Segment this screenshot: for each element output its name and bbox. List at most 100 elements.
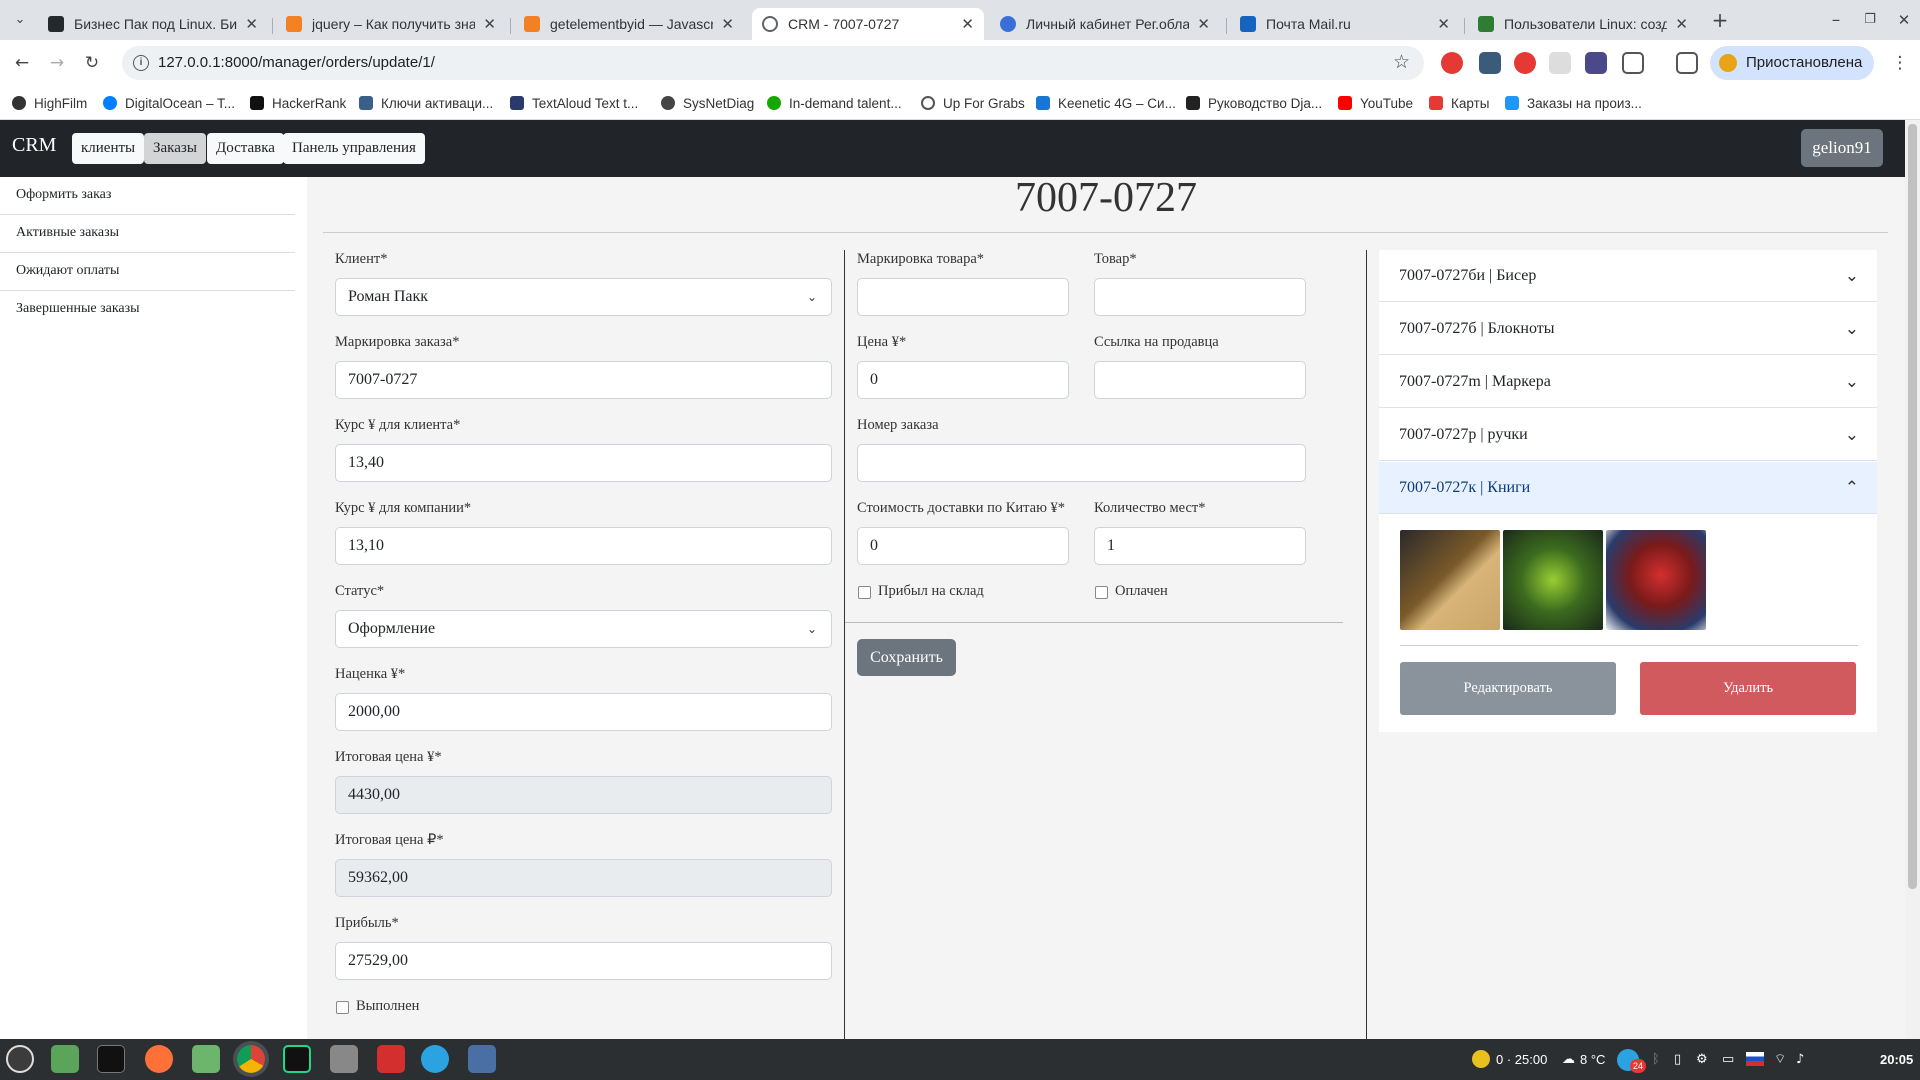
temperature[interactable]: 8 °C (1580, 1039, 1605, 1080)
scrollbar-thumb[interactable] (1908, 124, 1917, 889)
settings-icon[interactable]: ⚙ (1696, 1039, 1708, 1080)
volume-icon[interactable]: ♪ (1796, 1039, 1804, 1080)
sidebar-item-active-orders[interactable]: Активные заказы (0, 215, 295, 253)
sidebar-item-new-order[interactable]: Оформить заказ (0, 177, 295, 215)
telegram-icon[interactable] (421, 1045, 449, 1073)
close-window-icon[interactable]: ✕ (1892, 8, 1916, 32)
seller-link-input[interactable] (1094, 361, 1306, 399)
places-input[interactable]: 1 (1094, 527, 1306, 565)
sidebar-item-awaiting-payment[interactable]: Ожидают оплаты (0, 253, 295, 291)
price-input[interactable]: 0 (857, 361, 1069, 399)
paid-checkbox[interactable] (1095, 586, 1108, 599)
bookmark-item[interactable]: HackerRank (250, 93, 346, 113)
nav-delivery-button[interactable]: Доставка (207, 133, 284, 164)
close-icon[interactable]: ✕ (245, 15, 258, 33)
tab-2[interactable]: jquery – Как получить знач ✕ (276, 8, 506, 40)
client-select[interactable]: Роман Пакк ⌄ (335, 278, 832, 316)
bookmark-item[interactable]: Up For Grabs (921, 93, 1025, 113)
tab-active[interactable]: CRM - 7007-0727 ✕ (752, 8, 984, 40)
profile-button[interactable]: Приостановлена (1710, 46, 1874, 80)
forward-icon[interactable]: → (45, 51, 69, 75)
brand-logo[interactable]: CRM (12, 134, 56, 157)
pycharm-icon[interactable] (283, 1045, 311, 1073)
rate-client-input[interactable]: 13,40 (335, 444, 832, 482)
adblock-icon[interactable] (1441, 52, 1463, 74)
markup-input[interactable]: 2000,00 (335, 693, 832, 731)
accordion-item-expanded[interactable]: 7007-0727к | Книги ⌃ (1379, 462, 1877, 514)
bookmark-item[interactable]: Заказы на произ... (1505, 93, 1642, 113)
tab-1[interactable]: Бизнес Пак под Linux. Бизнес ✕ (38, 8, 268, 40)
page-scrollbar[interactable] (1905, 120, 1920, 1039)
delete-button[interactable]: Удалить (1640, 662, 1856, 715)
files-icon[interactable] (51, 1045, 79, 1073)
clock[interactable]: 20:05 (1880, 1039, 1913, 1080)
order-number-input[interactable] (857, 444, 1306, 482)
bookmark-item[interactable]: Ключи активаци... (359, 93, 493, 113)
minimize-icon[interactable]: – (1824, 8, 1848, 32)
firefox-icon[interactable] (145, 1045, 173, 1073)
bookmark-item[interactable]: TextAloud Text t... (510, 93, 638, 113)
order-mark-input[interactable]: 7007-0727 (335, 361, 832, 399)
chrome-icon[interactable] (237, 1045, 265, 1073)
close-icon[interactable]: ✕ (1437, 15, 1450, 33)
product-image[interactable] (1400, 530, 1500, 630)
bookmark-item[interactable]: Keenetic 4G – Си... (1036, 93, 1176, 113)
tab-7[interactable]: Пользователи Linux: создан ✕ (1468, 8, 1698, 40)
bookmark-item[interactable]: In-demand talent... (767, 93, 902, 113)
menu-icon[interactable] (6, 1045, 34, 1073)
site-info-icon[interactable]: i (133, 55, 149, 71)
bookmark-item[interactable]: HighFilm (12, 93, 87, 113)
weather-info[interactable]: 0 · 25:00 (1496, 1039, 1547, 1080)
close-icon[interactable]: ✕ (961, 15, 974, 33)
bookmark-item[interactable]: SysNetDiag (661, 93, 754, 113)
tab-5[interactable]: Личный кабинет Рег.облак ✕ (990, 8, 1220, 40)
folder-icon[interactable] (192, 1045, 220, 1073)
done-checkbox[interactable] (336, 1001, 349, 1014)
tab-6[interactable]: Почта Mail.ru ✕ (1230, 8, 1460, 40)
item-mark-input[interactable] (857, 278, 1069, 316)
edit-button[interactable]: Редактировать (1400, 662, 1616, 715)
accordion-item[interactable]: 7007-0727б | Блокноты ⌄ (1379, 303, 1877, 355)
rate-company-input[interactable]: 13,10 (335, 527, 832, 565)
tab-search-icon[interactable]: ⌄ (8, 8, 32, 32)
china-delivery-input[interactable]: 0 (857, 527, 1069, 565)
product-image[interactable] (1503, 530, 1603, 630)
reload-icon[interactable]: ↻ (80, 51, 104, 75)
battery-icon[interactable]: ▭ (1722, 1039, 1734, 1080)
back-icon[interactable]: ← (10, 51, 34, 75)
address-bar[interactable]: i 127.0.0.1:8000/manager/orders/update/1… (122, 46, 1424, 80)
status-select[interactable]: Оформление ⌄ (335, 610, 832, 648)
extension-icon[interactable] (1585, 52, 1607, 74)
database-icon[interactable] (330, 1045, 358, 1073)
bookmark-item[interactable]: Карты (1429, 93, 1489, 113)
profit-input[interactable]: 27529,00 (335, 942, 832, 980)
close-icon[interactable]: ✕ (721, 15, 734, 33)
user-button[interactable]: gelion91 (1801, 129, 1883, 167)
close-icon[interactable]: ✕ (483, 15, 496, 33)
close-icon[interactable]: ✕ (1675, 15, 1688, 33)
keyboard-layout-icon[interactable] (1746, 1052, 1764, 1066)
accordion-item[interactable]: 7007-0727би | Бисер ⌄ (1379, 250, 1877, 302)
nav-orders-button[interactable]: Заказы (144, 133, 206, 164)
close-icon[interactable]: ✕ (1197, 15, 1210, 33)
extension-icon[interactable] (1549, 52, 1571, 74)
product-image[interactable] (1606, 530, 1706, 630)
new-tab-icon[interactable]: + (1708, 8, 1732, 32)
bookmark-item[interactable]: DigitalOcean – T... (103, 93, 235, 113)
extension-icon[interactable] (1479, 52, 1501, 74)
maximize-icon[interactable]: ❐ (1858, 8, 1882, 32)
puzzle-icon[interactable] (1622, 52, 1644, 74)
sidepanel-icon[interactable] (1676, 52, 1698, 74)
sidebar-item-completed-orders[interactable]: Завершенные заказы (0, 291, 295, 329)
app-icon[interactable] (377, 1045, 405, 1073)
bluetooth-icon[interactable]: ᛒ (1652, 1039, 1660, 1080)
opera-icon[interactable] (1514, 52, 1536, 74)
arrived-checkbox[interactable] (858, 586, 871, 599)
bookmark-item[interactable]: YouTube (1338, 93, 1413, 113)
bookmark-item[interactable]: Руководство Dja... (1186, 93, 1322, 113)
terminal-icon[interactable] (97, 1045, 125, 1073)
save-button[interactable]: Сохранить (857, 639, 956, 676)
wifi-icon[interactable]: ⌔ (1774, 1039, 1786, 1080)
accordion-item[interactable]: 7007-0727р | ручки ⌄ (1379, 409, 1877, 461)
nav-dashboard-button[interactable]: Панель управления (283, 133, 425, 164)
